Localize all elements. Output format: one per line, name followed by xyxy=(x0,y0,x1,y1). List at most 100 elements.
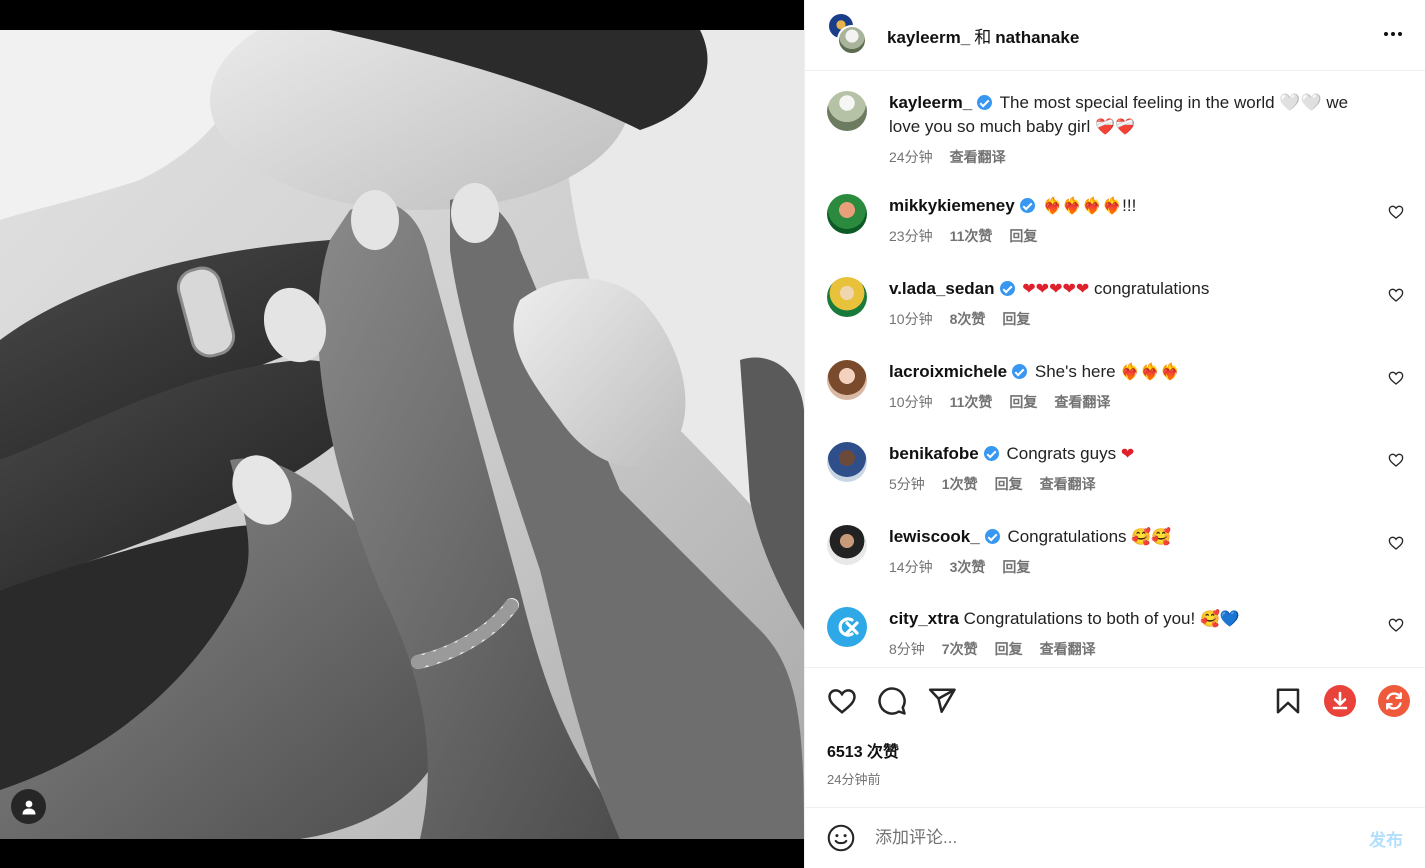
caption: kayleerm_ The most special feeling in th… xyxy=(827,91,1411,167)
avatar[interactable] xyxy=(827,360,867,400)
reply-button[interactable]: 回复 xyxy=(1002,557,1030,577)
comment-emoji: ❤ xyxy=(1120,444,1135,463)
avatar[interactable] xyxy=(827,277,867,317)
comment: mikkykiemeney ❤‍🔥❤‍🔥❤‍🔥❤‍🔥!!! 23分钟 11次赞 … xyxy=(827,194,1411,246)
comment-meta: 24分钟 查看翻译 xyxy=(889,147,1371,167)
comment-time[interactable]: 8分钟 xyxy=(889,639,925,659)
avatar[interactable] xyxy=(827,442,867,482)
comment-time[interactable]: 5分钟 xyxy=(889,474,925,494)
translate-link[interactable]: 查看翻译 xyxy=(1040,474,1096,494)
post-side-panel: kayleerm_ 和 nathanake kayleerm_ The most s… xyxy=(804,0,1425,868)
comment-body: mikkykiemeney ❤‍🔥❤‍🔥❤‍🔥❤‍🔥!!! 23分钟 11次赞 … xyxy=(889,194,1411,246)
heart-icon[interactable] xyxy=(827,686,857,716)
comment-icon[interactable] xyxy=(877,686,907,716)
comment-meta: 14分钟 3次赞 回复 xyxy=(889,557,1371,577)
avatar[interactable] xyxy=(827,607,867,647)
reply-button[interactable]: 回复 xyxy=(1002,309,1030,329)
reply-button[interactable]: 回复 xyxy=(995,474,1023,494)
comment: lacroixmichele She's here ❤‍🔥❤‍🔥❤‍🔥 10分钟… xyxy=(827,360,1411,412)
comment-like-count[interactable]: 1次赞 xyxy=(942,474,978,494)
comment-username[interactable]: v.lada_sedan xyxy=(889,279,995,298)
verified-badge-icon xyxy=(984,529,1000,544)
photo-illustration xyxy=(0,30,804,839)
comment-input[interactable] xyxy=(875,828,1369,848)
reply-button[interactable]: 回复 xyxy=(1009,392,1037,412)
author-connector: 和 xyxy=(974,27,992,47)
comment-username[interactable]: benikafobe xyxy=(889,444,979,463)
comment-like-count[interactable]: 7次赞 xyxy=(942,639,978,659)
heart-icon[interactable] xyxy=(1388,617,1404,633)
comment-username[interactable]: city_xtra xyxy=(889,609,959,628)
comment: city_xtra Congratulations to both of you… xyxy=(827,607,1411,659)
comment-username[interactable]: mikkykiemeney xyxy=(889,196,1015,215)
comment-time[interactable]: 10分钟 xyxy=(889,392,933,412)
reply-button[interactable]: 回复 xyxy=(1009,226,1037,246)
comment-text-line: lewiscook_ Congratulations 🥰🥰 xyxy=(889,525,1371,549)
heart-icon[interactable] xyxy=(1388,287,1404,303)
author-secondary-link[interactable]: nathanake xyxy=(995,28,1079,47)
comment-body: lewiscook_ Congratulations 🥰🥰 14分钟 3次赞 回… xyxy=(889,525,1411,577)
post-photo[interactable] xyxy=(0,30,804,839)
more-icon xyxy=(1384,32,1388,36)
translate-link[interactable]: 查看翻译 xyxy=(1054,392,1110,412)
comment: benikafobe Congrats guys ❤ 5分钟 1次赞 回复 查看… xyxy=(827,442,1411,494)
verified-badge-icon xyxy=(1019,198,1035,213)
avatar[interactable] xyxy=(827,91,867,131)
comment-like-count[interactable]: 11次赞 xyxy=(950,392,993,412)
comment-emoji: ❤❤❤❤❤ xyxy=(1022,279,1090,298)
more-options-button[interactable] xyxy=(1381,22,1405,46)
post-comment-button[interactable]: 发布 xyxy=(1369,826,1403,851)
comments-list[interactable]: kayleerm_ The most special feeling in th… xyxy=(805,71,1425,668)
caption-emoji: ❤‍🩹❤‍🩹 xyxy=(1095,117,1135,136)
comment-time[interactable]: 23分钟 xyxy=(889,226,933,246)
post-media xyxy=(0,0,804,868)
comment-time[interactable]: 14分钟 xyxy=(889,557,933,577)
send-icon[interactable] xyxy=(927,686,957,716)
comment-username[interactable]: lewiscook_ xyxy=(889,527,980,546)
comment-text-suffix: congratulations xyxy=(1089,279,1210,298)
comment-text-line: city_xtra Congratulations to both of you… xyxy=(889,607,1371,631)
verified-badge-icon xyxy=(999,281,1015,296)
reply-button[interactable]: 回复 xyxy=(995,639,1023,659)
heart-icon[interactable] xyxy=(1388,370,1404,386)
comment-like-count[interactable]: 8次赞 xyxy=(950,309,986,329)
download-icon[interactable] xyxy=(1324,685,1356,717)
author-avatars[interactable] xyxy=(827,12,873,58)
avatar xyxy=(837,25,867,55)
more-icon-dot xyxy=(1391,32,1395,36)
comment-username[interactable]: lacroixmichele xyxy=(889,362,1007,381)
comment-composer: 发布 xyxy=(805,807,1425,868)
heart-icon[interactable] xyxy=(1388,452,1404,468)
author-primary-link[interactable]: kayleerm_ xyxy=(887,28,970,47)
comment-time[interactable]: 24分钟 xyxy=(889,147,933,167)
comment-text-line: lacroixmichele She's here ❤‍🔥❤‍🔥❤‍🔥 xyxy=(889,360,1371,384)
comment-emoji: ❤‍🔥❤‍🔥❤‍🔥 xyxy=(1120,362,1181,381)
translate-link[interactable]: 查看翻译 xyxy=(1040,639,1096,659)
like-count[interactable]: 6513 次赞 xyxy=(827,738,899,762)
comment-username[interactable]: kayleerm_ xyxy=(889,93,972,112)
comment-like-count[interactable]: 11次赞 xyxy=(950,226,993,246)
emoji-icon[interactable] xyxy=(827,824,855,852)
avatar[interactable] xyxy=(827,194,867,234)
translate-link[interactable]: 查看翻译 xyxy=(950,147,1006,167)
comment-text: Congratulations xyxy=(1007,527,1132,546)
heart-icon[interactable] xyxy=(1388,204,1404,220)
comment-body: lacroixmichele She's here ❤‍🔥❤‍🔥❤‍🔥 10分钟… xyxy=(889,360,1411,412)
caption-body: kayleerm_ The most special feeling in th… xyxy=(889,91,1411,167)
comment: lewiscook_ Congratulations 🥰🥰 14分钟 3次赞 回… xyxy=(827,525,1411,577)
comment-emoji: ❤‍🔥❤‍🔥❤‍🔥❤‍🔥 xyxy=(1042,196,1123,215)
comment-body: v.lada_sedan ❤❤❤❤❤ congratulations 10分钟 … xyxy=(889,277,1411,329)
post-actions xyxy=(805,668,1425,738)
heart-icon[interactable] xyxy=(1388,535,1404,551)
comment-meta: 23分钟 11次赞 回复 xyxy=(889,226,1371,246)
avatar[interactable] xyxy=(827,525,867,565)
more-icon-dot xyxy=(1398,32,1402,36)
comment-like-count[interactable]: 3次赞 xyxy=(950,557,986,577)
posted-time[interactable]: 24分钟前 xyxy=(827,769,880,788)
comment-meta: 5分钟 1次赞 回复 查看翻译 xyxy=(889,474,1371,494)
bookmark-icon[interactable] xyxy=(1273,686,1303,716)
refresh-icon[interactable] xyxy=(1378,685,1410,717)
comment-text: She's here xyxy=(1034,362,1121,381)
comment-time[interactable]: 10分钟 xyxy=(889,309,933,329)
tagged-users-button[interactable] xyxy=(11,789,46,824)
